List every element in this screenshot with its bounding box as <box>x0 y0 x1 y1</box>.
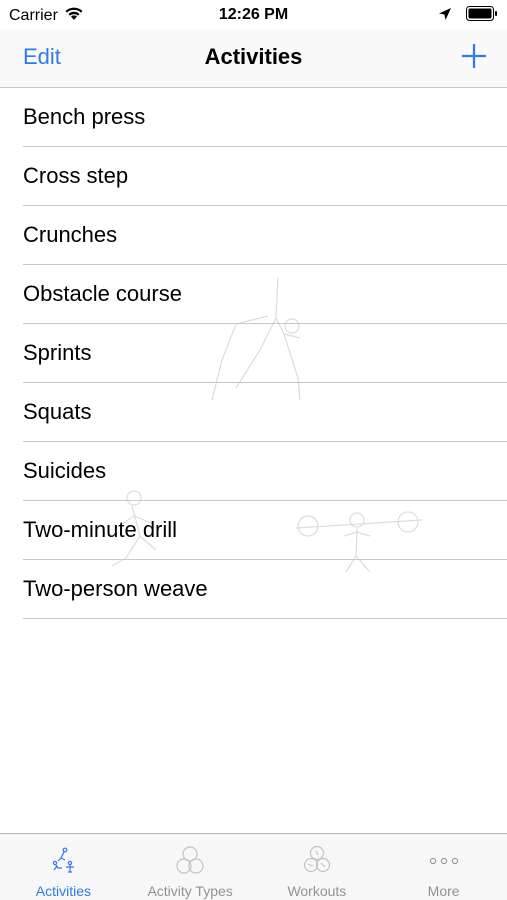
list-item[interactable]: Sprints <box>0 324 507 383</box>
tab-bar: Activities Activity Types Workouts More <box>0 833 507 900</box>
list-item[interactable]: Crunches <box>0 206 507 265</box>
tab-workouts[interactable]: Workouts <box>254 834 381 900</box>
page-title: Activities <box>204 44 303 69</box>
battery-icon <box>466 6 498 26</box>
tab-label: Activity Types <box>147 883 233 899</box>
activity-types-icon <box>176 846 204 874</box>
tab-label: Activities <box>35 883 91 899</box>
list-item[interactable]: Two-person weave <box>0 560 507 619</box>
list-item-label: Squats <box>23 399 92 424</box>
activities-list: Bench press Cross step Crunches Obstacle… <box>0 88 507 619</box>
navigation-bar: Edit Activities <box>0 30 507 88</box>
list-item[interactable]: Cross step <box>0 147 507 206</box>
list-item[interactable]: Bench press <box>0 88 507 147</box>
workouts-icon <box>303 845 330 873</box>
tab-label: Workouts <box>287 883 347 899</box>
list-item[interactable]: Obstacle course <box>0 265 507 324</box>
tab-more[interactable]: More <box>380 834 507 900</box>
tab-activities[interactable]: Activities <box>0 834 127 900</box>
list-item-label: Two-minute drill <box>23 517 178 542</box>
status-right-group <box>438 6 498 26</box>
list-item-label: Bench press <box>23 104 146 129</box>
list-item-label: Cross step <box>23 163 129 188</box>
app-screen: Carrier 12:26 PM Edit Activities Bench p… <box>0 0 507 900</box>
list-item-label: Suicides <box>23 458 107 483</box>
list-item-label: Sprints <box>23 340 92 365</box>
location-arrow-icon <box>438 7 452 26</box>
row-separator <box>23 618 507 619</box>
list-item-label: Obstacle course <box>23 281 182 306</box>
status-bar: Carrier 12:26 PM <box>0 0 507 30</box>
list-item-label: Two-person weave <box>23 576 208 601</box>
status-time: 12:26 PM <box>218 6 289 23</box>
tab-label: More <box>427 883 460 899</box>
plus-icon <box>462 44 486 68</box>
add-button[interactable] <box>459 41 489 71</box>
activities-icon <box>53 847 75 873</box>
tab-activity-types[interactable]: Activity Types <box>127 834 254 900</box>
list-item-label: Crunches <box>23 222 118 247</box>
more-icon <box>429 857 458 865</box>
list-item[interactable]: Squats <box>0 383 507 442</box>
list-item[interactable]: Suicides <box>0 442 507 501</box>
list-item[interactable]: Two-minute drill <box>0 501 507 560</box>
